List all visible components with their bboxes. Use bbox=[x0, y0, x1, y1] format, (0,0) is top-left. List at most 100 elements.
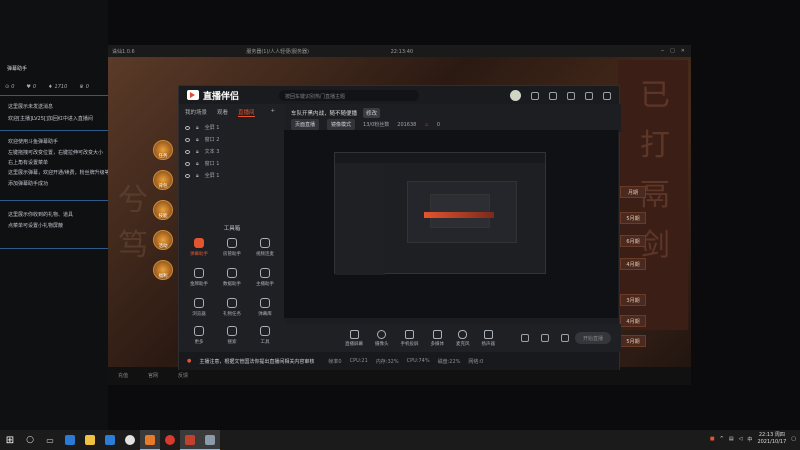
speaker-button[interactable]: 扬声器 bbox=[482, 329, 495, 347]
scene-item[interactable]: 🔒︎ 全屏 1 bbox=[185, 172, 219, 179]
game-titlebar[interactable]: 诛仙1.0.6 服务器(1)/人人轻便(服务器) 22:13:40 ─ □ ✕ bbox=[108, 45, 691, 57]
add-scene-icon[interactable]: + bbox=[271, 108, 276, 117]
status-warning[interactable]: 主播注意，根据文管国法你提出直播间相关内容审核 bbox=[199, 358, 314, 365]
start-live-button[interactable]: 开始直播 bbox=[575, 332, 611, 344]
scene-item[interactable]: 🔒︎ 窗口 1 bbox=[185, 160, 219, 167]
app-tray-icon[interactable]: ■ bbox=[710, 436, 715, 442]
mode-chip[interactable]: 页面直播 bbox=[291, 119, 320, 130]
tool-anchor-assistant[interactable]: 主播助手 bbox=[250, 268, 280, 287]
scene-item[interactable]: 🔒︎ 文本 3 bbox=[185, 148, 219, 155]
tool-more[interactable]: 更多 bbox=[184, 326, 214, 345]
clock[interactable]: 22:13 周四 2021/10/17 bbox=[757, 432, 786, 446]
eye-icon[interactable] bbox=[185, 149, 190, 154]
taskbar-app[interactable] bbox=[100, 430, 120, 450]
lock-icon[interactable]: 🔒︎ bbox=[196, 137, 199, 143]
tool-search[interactable]: 搜索 bbox=[217, 326, 247, 345]
game-side-button[interactable]: 5月期 bbox=[620, 212, 646, 224]
volume-icon[interactable]: ◁ bbox=[739, 436, 743, 442]
scene-item[interactable]: 🔒︎ 窗口 2 bbox=[185, 136, 219, 143]
lock-icon[interactable]: 🔒︎ bbox=[196, 173, 199, 179]
game-menu-item[interactable]: 任务 bbox=[153, 140, 173, 160]
record-icon[interactable] bbox=[521, 334, 529, 342]
minimize-icon[interactable]: ─ bbox=[661, 48, 664, 54]
tool-browser[interactable]: 浏览器 bbox=[184, 298, 214, 317]
maximize-icon[interactable]: □ bbox=[670, 48, 675, 54]
search-input[interactable]: 按回车键识别热门直播主题 bbox=[279, 90, 419, 101]
calligraphy-art: 打 bbox=[640, 128, 670, 163]
camera-button[interactable]: 摄像头 bbox=[375, 329, 389, 347]
tool-danmaku-assistant[interactable]: 弹幕助手 bbox=[184, 238, 214, 257]
eye-icon[interactable] bbox=[185, 173, 190, 178]
tool-gift-task[interactable]: 礼物任务 bbox=[217, 298, 247, 317]
start-button[interactable]: ⊞ bbox=[0, 430, 20, 450]
tool-danmaku-library[interactable]: 弹幕库 bbox=[250, 298, 280, 317]
game-side-button[interactable]: 月期 bbox=[620, 186, 646, 198]
recharge-link[interactable]: 充值 bbox=[118, 372, 128, 380]
eye-icon[interactable] bbox=[185, 137, 190, 142]
status-bar: ● 主播注意，根据文管国法你提出直播间相关内容审核 帧率0 CPU:21 内存:… bbox=[179, 352, 619, 370]
multimedia-button[interactable]: 多媒体 bbox=[431, 329, 444, 347]
mirror-chip[interactable]: 镜像模式 bbox=[327, 119, 356, 130]
eye-icon[interactable] bbox=[185, 161, 190, 166]
game-menu-item[interactable]: 技能 bbox=[153, 200, 173, 220]
phone-cast-button[interactable]: 手机投屏 bbox=[401, 329, 419, 347]
taskbar-app[interactable] bbox=[160, 430, 180, 450]
close-icon[interactable]: ✕ bbox=[681, 48, 685, 54]
avatar[interactable] bbox=[510, 90, 521, 101]
stat-fans: ♥ 0 bbox=[26, 84, 37, 90]
network-icon[interactable]: ▤ bbox=[729, 436, 734, 442]
official-site-link[interactable]: 官网 bbox=[148, 372, 158, 380]
game-side-button[interactable]: 6月期 bbox=[620, 235, 646, 247]
game-menu-item[interactable]: 背包 bbox=[153, 170, 173, 190]
tool-tools[interactable]: 工具 bbox=[250, 326, 280, 345]
edit-title-button[interactable]: 修改 bbox=[363, 108, 381, 118]
play-logo-icon bbox=[187, 90, 199, 100]
danmaku-assistant-panel[interactable]: 弹幕助手 ⊙ 0 ♥ 0 ♦ 1710 ♛ 0 这里展示未发送消息 欢迎[主播]LV25… bbox=[0, 0, 300, 430]
ime-icon[interactable]: 中 bbox=[747, 436, 752, 443]
tab-live-room[interactable]: 直播间 bbox=[238, 108, 255, 117]
settings-icon[interactable] bbox=[561, 334, 569, 342]
game-side-button[interactable]: 4月期 bbox=[620, 258, 646, 270]
tool-video-link[interactable]: 视频连麦 bbox=[250, 238, 280, 257]
game-menu-item[interactable]: 活动 bbox=[153, 230, 173, 250]
microphone-button[interactable]: 麦克风 bbox=[456, 329, 470, 347]
scene-item[interactable]: 🔒︎ 全屏 1 bbox=[185, 124, 219, 131]
notification-icon[interactable]: ▢ bbox=[791, 436, 796, 442]
game-side-button[interactable]: 4月期 bbox=[620, 315, 646, 327]
tool-gold-assistant[interactable]: 金牌助手 bbox=[184, 268, 214, 287]
taskbar-app[interactable] bbox=[80, 430, 100, 450]
game-time: 22:13:40 bbox=[390, 49, 414, 55]
stream-preview[interactable] bbox=[284, 130, 618, 318]
snapshot-icon[interactable] bbox=[541, 334, 549, 342]
taskbar-app-active[interactable] bbox=[180, 430, 200, 450]
tool-label: 工具 bbox=[260, 340, 270, 345]
game-side-button[interactable]: 3月期 bbox=[620, 294, 646, 306]
lock-icon[interactable]: 🔒︎ bbox=[196, 149, 199, 155]
settings-icon[interactable] bbox=[585, 91, 593, 100]
windows-taskbar: ⊞ ○ ▭ ■ ^ ▤ ◁ 中 22:13 周四 2021/10/17 ▢ bbox=[0, 430, 800, 450]
lock-icon[interactable] bbox=[567, 91, 575, 100]
taskbar-app-active[interactable] bbox=[140, 430, 160, 450]
tool-label: 房管助手 bbox=[223, 252, 241, 257]
feedback-link[interactable]: 反馈 bbox=[178, 372, 188, 380]
gift-icon[interactable] bbox=[531, 91, 539, 100]
tab-watch[interactable]: 观看 bbox=[217, 108, 228, 117]
eye-icon[interactable] bbox=[185, 125, 190, 130]
taskbar-app-active[interactable] bbox=[200, 430, 220, 450]
tab-my-scenes[interactable]: 我的场景 bbox=[185, 108, 207, 117]
screen-capture-button[interactable]: 直播屏幕 bbox=[345, 329, 363, 347]
share-icon[interactable] bbox=[603, 91, 611, 100]
taskbar-app[interactable] bbox=[120, 430, 140, 450]
game-side-button[interactable]: 5月期 bbox=[620, 335, 646, 347]
chevron-up-icon[interactable]: ^ bbox=[720, 436, 724, 442]
task-view-button[interactable]: ▭ bbox=[40, 430, 60, 450]
taskbar-app[interactable] bbox=[60, 430, 80, 450]
search-button[interactable]: ○ bbox=[20, 430, 40, 450]
bag-icon[interactable] bbox=[549, 91, 557, 100]
tool-room-manager[interactable]: 房管助手 bbox=[217, 238, 247, 257]
chat-line: 点菜单可设置小礼物屏蔽 bbox=[8, 223, 64, 229]
lock-icon[interactable]: 🔒︎ bbox=[196, 161, 199, 167]
game-menu-item[interactable]: 福利 bbox=[153, 260, 173, 280]
tool-data-assistant[interactable]: 数据助手 bbox=[217, 268, 247, 287]
lock-icon[interactable]: 🔒︎ bbox=[196, 125, 199, 131]
